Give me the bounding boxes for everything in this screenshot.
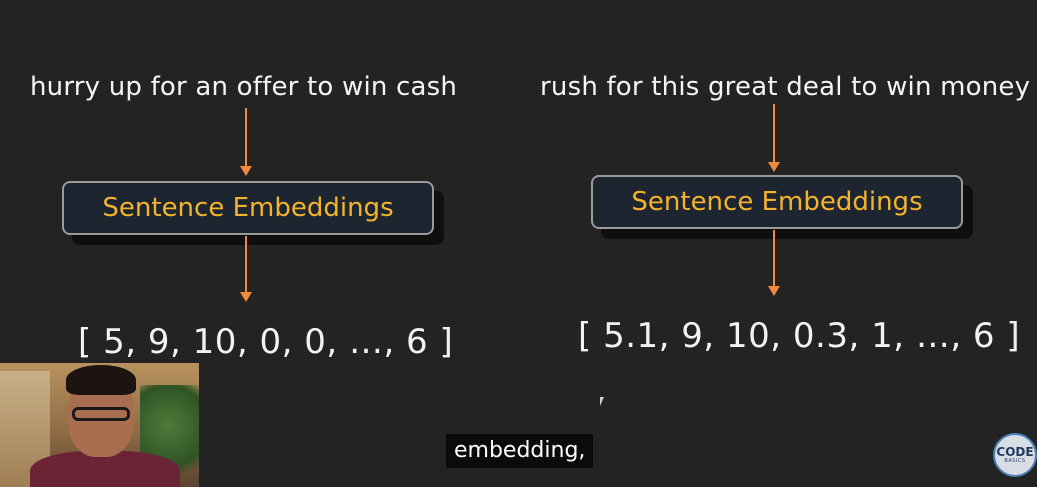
- presenter-webcam: [0, 363, 199, 487]
- logo-main-text: CODE: [996, 445, 1034, 459]
- mouse-cursor-icon: [600, 397, 604, 406]
- subtitle-caption: embedding,: [446, 434, 594, 468]
- right-arrow-top: [768, 104, 780, 172]
- right-embedding-box: Sentence Embeddings: [591, 175, 963, 229]
- right-arrow-bottom: [768, 230, 780, 296]
- right-vector: [ 5.1, 9, 10, 0.3, 1, …, 6 ]: [578, 316, 1021, 356]
- left-sentence: hurry up for an offer to win cash: [30, 72, 458, 102]
- left-arrow-top: [240, 108, 252, 176]
- left-embedding-label: Sentence Embeddings: [102, 193, 394, 223]
- left-embedding-box: Sentence Embeddings: [62, 181, 434, 235]
- codebasics-logo: CODE BASICS: [993, 433, 1037, 477]
- webcam-presenter-hair: [66, 365, 136, 395]
- left-vector: [ 5, 9, 10, 0, 0, …, 6 ]: [78, 322, 454, 362]
- left-arrow-bottom: [240, 236, 252, 302]
- right-embedding-label: Sentence Embeddings: [631, 187, 923, 217]
- logo-sub-text: BASICS: [1004, 458, 1026, 464]
- right-sentence: rush for this great deal to win money: [540, 72, 1031, 102]
- webcam-presenter-glasses: [72, 407, 130, 421]
